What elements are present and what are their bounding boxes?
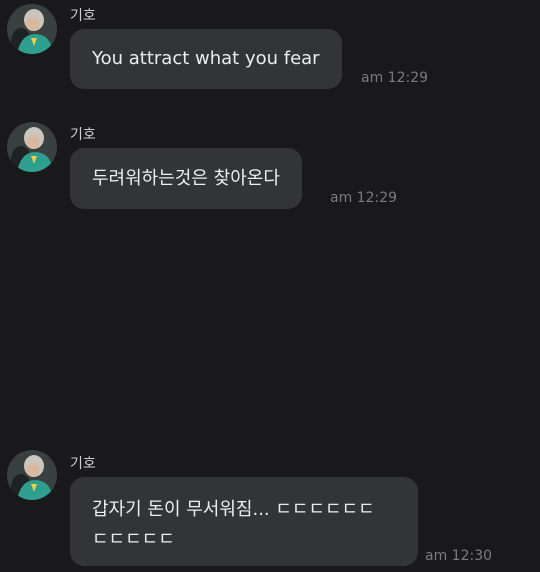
avatar[interactable] (7, 4, 57, 54)
avatar[interactable] (7, 450, 57, 500)
message-text-line: 갑자기 돈이 무서워짐... ㄷㄷㄷㄷㄷㄷ (92, 499, 375, 520)
message-text: 두려워하는것은 찾아온다 (92, 168, 280, 189)
avatar[interactable] (7, 122, 57, 172)
message-bubble[interactable]: 갑자기 돈이 무서워짐... ㄷㄷㄷㄷㄷㄷ ㄷㄷㄷㄷㄷ (70, 477, 418, 566)
message-bubble[interactable]: 두려워하는것은 찾아온다 (70, 148, 302, 209)
avatar-image (7, 122, 57, 172)
sender-name: 기호 (70, 127, 96, 143)
message-timestamp: am 12:30 (425, 548, 493, 564)
avatar-image (7, 4, 57, 54)
message-timestamp: am 12:29 (330, 190, 398, 206)
sender-name: 기호 (70, 8, 96, 24)
avatar-image (7, 450, 57, 500)
message-text: You attract what you fear (92, 48, 320, 69)
message-timestamp: am 12:29 (361, 70, 429, 86)
message-text-line: ㄷㄷㄷㄷㄷ (92, 529, 175, 550)
sender-name: 기호 (70, 456, 96, 472)
message-bubble[interactable]: You attract what you fear (70, 29, 342, 89)
